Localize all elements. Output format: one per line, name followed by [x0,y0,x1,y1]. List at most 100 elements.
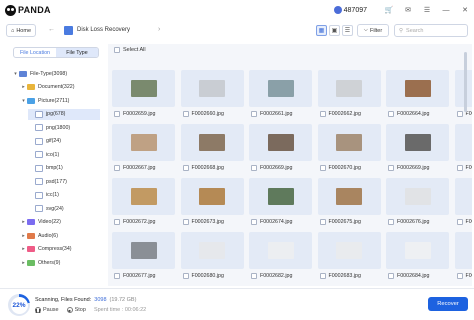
file-checkbox[interactable] [388,219,394,225]
tree-item[interactable]: ▸ Video(22) [20,217,100,228]
tree-item[interactable]: ▾ Picture(2711) [20,95,100,106]
chevron-right-icon[interactable]: ▸ [20,260,27,266]
stop-button[interactable]: ■ Stop [66,307,86,313]
file-item[interactable]: F0002660.jpg [182,110,224,118]
file-checkbox[interactable] [388,111,394,117]
chevron-right-icon[interactable]: ▸ [20,246,27,252]
file-thumbnail-tile[interactable] [386,124,449,161]
file-thumbnail-tile[interactable] [386,178,449,215]
tree-item[interactable]: ▸ Others(9) [20,257,100,268]
file-thumbnail-tile[interactable] [249,178,312,215]
tree-item[interactable]: icc(1) [28,190,100,201]
file-checkbox[interactable] [182,111,189,117]
file-checkbox[interactable] [319,219,326,225]
tree-item[interactable]: ▸ Document(322) [20,82,100,93]
file-item[interactable]: F0002682.jpg [251,272,292,280]
scrollbar[interactable] [464,52,467,112]
file-thumbnail-tile[interactable] [249,232,312,269]
file-item[interactable]: F0002667.jpg [114,164,155,172]
large-grid-view-icon[interactable]: ▣ [329,25,340,36]
file-item[interactable]: F0002683.jpg [319,272,361,280]
tree-item[interactable]: svg(24) [28,203,100,214]
file-thumbnail-tile[interactable] [180,124,244,161]
file-item[interactable]: F0002673.jpg [182,218,224,226]
file-item[interactable]: F0002677.jpg [114,272,155,280]
file-thumbnail-tile[interactable] [317,178,381,215]
file-checkbox[interactable] [251,273,257,279]
select-all-checkbox[interactable]: Select All [114,47,146,53]
file-checkbox[interactable] [114,111,120,117]
tree-item[interactable]: ico(1) [28,149,100,160]
file-thumbnail-tile[interactable] [454,124,472,161]
file-checkbox[interactable] [456,165,463,171]
file-item[interactable]: F0002669.jpg [388,164,429,172]
tree-item[interactable]: png(1800) [28,122,100,133]
file-item[interactable]: F0002675.jpg [319,218,361,226]
file-item[interactable]: F0002676.jpg [388,218,429,226]
file-item[interactable]: F0002672.jpg [114,218,155,226]
file-thumbnail-tile[interactable] [112,124,175,161]
file-item[interactable]: F0002680.jpg [182,272,224,280]
grid-view-icon[interactable]: ▦ [316,25,327,36]
file-thumbnail-tile[interactable] [249,70,312,107]
file-checkbox[interactable] [319,165,326,171]
home-button[interactable]: ⌂ Home [6,24,36,37]
file-checkbox[interactable] [114,165,120,171]
file-checkbox[interactable] [456,111,463,117]
file-checkbox[interactable] [182,273,189,279]
chevron-right-icon[interactable]: ▸ [20,84,27,90]
tree-item[interactable]: jpg(678) [28,108,100,120]
file-item[interactable]: F0002669.jpg [251,164,292,172]
file-thumbnail-tile[interactable] [454,232,472,269]
file-item[interactable]: F0002664.jpg [388,110,429,118]
list-view-icon[interactable]: ☰ [342,25,353,36]
search-input[interactable]: ⚲ Search [394,24,468,37]
file-item[interactable]: F0002676.jpg [456,218,472,226]
chevron-right-icon[interactable]: ▸ [20,233,27,239]
close-icon[interactable]: ✕ [460,5,470,15]
back-arrow-icon[interactable]: ← [48,26,55,33]
file-thumbnail-tile[interactable] [317,232,381,269]
file-checkbox[interactable] [182,219,189,225]
chevron-right-icon[interactable]: ▸ [20,219,27,225]
minimize-icon[interactable]: — [441,5,451,15]
chevron-down-icon[interactable]: ▾ [12,71,19,77]
file-checkbox[interactable] [251,219,257,225]
file-item[interactable]: F0002686.jpg [456,272,472,280]
file-checkbox[interactable] [456,219,463,225]
pause-button[interactable]: ❚❚ Pause [35,307,59,313]
tree-item[interactable]: ▸ Audio(6) [20,230,100,241]
file-checkbox[interactable] [319,111,326,117]
file-item[interactable]: F0002674.jpg [251,218,292,226]
filter-button[interactable]: ⌵ Filter [357,24,389,37]
file-checkbox[interactable] [388,273,394,279]
file-checkbox[interactable] [114,219,120,225]
file-item[interactable]: F0002671.jpg [456,164,472,172]
chevron-down-icon[interactable]: ▾ [20,98,27,104]
file-checkbox[interactable] [456,273,463,279]
file-checkbox[interactable] [114,273,120,279]
file-thumbnail-tile[interactable] [112,178,175,215]
recover-button[interactable]: Recover [428,297,468,311]
file-thumbnail-tile[interactable] [386,232,449,269]
file-item[interactable]: F0002661.jpg [251,110,292,118]
tree-item[interactable]: ▸ Compress(34) [20,244,100,255]
file-item[interactable]: F0002684.jpg [388,272,429,280]
cart-icon[interactable]: 🛒 [384,5,394,15]
file-checkbox[interactable] [388,165,394,171]
file-checkbox[interactable] [251,111,257,117]
tree-item[interactable]: ▾ File-Type(3098) [12,68,100,79]
tab-file-type[interactable]: File Type [56,48,98,57]
coin-balance[interactable]: 487097 [333,6,367,14]
file-thumbnail-tile[interactable] [386,70,449,107]
file-item[interactable]: F0002668.jpg [182,164,224,172]
mail-icon[interactable]: ✉ [403,5,413,15]
tree-item[interactable]: psd(177) [28,176,100,187]
file-item[interactable]: F0002662.jpg [319,110,361,118]
file-thumbnail-tile[interactable] [317,70,381,107]
file-checkbox[interactable] [319,273,326,279]
file-item[interactable]: F0002670.jpg [319,164,361,172]
tab-file-location[interactable]: File Location [14,48,56,57]
file-item[interactable]: F0002659.jpg [114,110,155,118]
file-checkbox[interactable] [251,165,257,171]
